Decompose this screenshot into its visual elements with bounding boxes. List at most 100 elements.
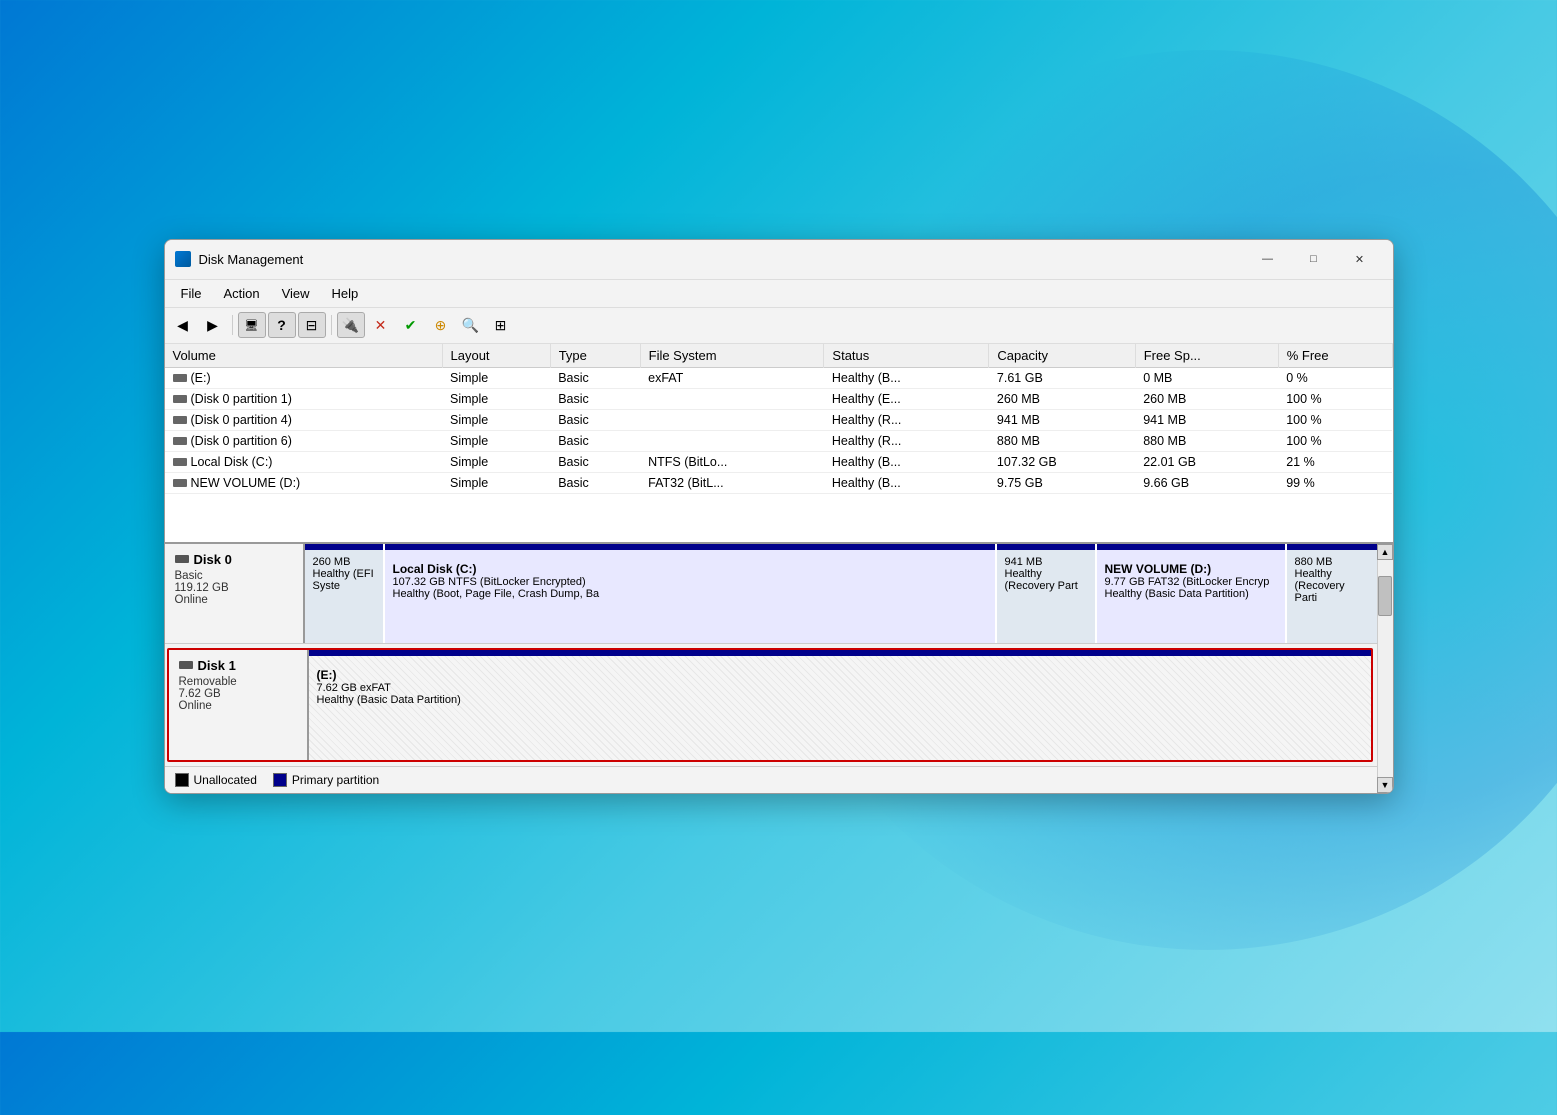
cell-type: Basic — [550, 388, 640, 409]
cell-type: Basic — [550, 367, 640, 388]
cell-free: 260 MB — [1135, 388, 1278, 409]
disk-view-content: Disk 0 Basic 119.12 GB Online 260 MB Hea… — [165, 544, 1377, 793]
disk1-row: Disk 1 Removable 7.62 GB Online (E:) 7.6 — [169, 650, 1371, 760]
col-pctfree[interactable]: % Free — [1278, 344, 1392, 368]
disk0-type: Basic — [175, 570, 293, 582]
cell-pctfree: 21 % — [1278, 451, 1392, 472]
disk-view-section: Disk 0 Basic 119.12 GB Online 260 MB Hea… — [165, 544, 1393, 793]
cell-capacity: 9.75 GB — [989, 472, 1135, 493]
minimize-button[interactable]: — — [1245, 243, 1291, 275]
close-button[interactable]: ✕ — [1337, 243, 1383, 275]
delete-button[interactable]: ✕ — [367, 312, 395, 338]
cell-type: Basic — [550, 451, 640, 472]
cell-pctfree: 100 % — [1278, 430, 1392, 451]
properties2-button[interactable]: ⊞ — [487, 312, 515, 338]
scrollbar-thumb[interactable] — [1378, 576, 1392, 616]
cell-free: 22.01 GB — [1135, 451, 1278, 472]
menu-view[interactable]: View — [272, 283, 320, 304]
legend-bar: Unallocated Primary partition — [165, 766, 1377, 793]
connect-disk-button[interactable]: 🔌 — [337, 312, 365, 338]
col-volume[interactable]: Volume — [165, 344, 443, 368]
cell-status: Healthy (R... — [824, 430, 989, 451]
col-filesystem[interactable]: File System — [640, 344, 824, 368]
table-row[interactable]: (E:) Simple Basic exFAT Healthy (B... 7.… — [165, 367, 1393, 388]
table-row[interactable]: NEW VOLUME (D:) Simple Basic FAT32 (BitL… — [165, 472, 1393, 493]
cell-volume: Local Disk (C:) — [165, 451, 443, 472]
cell-pctfree: 100 % — [1278, 409, 1392, 430]
disk0-c-size: 107.32 GB NTFS (BitLocker Encrypted) — [393, 576, 987, 588]
help-button[interactable]: ? — [268, 312, 296, 338]
table-row[interactable]: (Disk 0 partition 4) Simple Basic Health… — [165, 409, 1393, 430]
col-type[interactable]: Type — [550, 344, 640, 368]
cell-status: Healthy (B... — [824, 451, 989, 472]
scroll-down-arrow[interactable]: ▼ — [1377, 777, 1393, 793]
volume-table-section: Volume Layout Type File System Status Ca… — [165, 344, 1393, 544]
col-capacity[interactable]: Capacity — [989, 344, 1135, 368]
disk-properties-button[interactable]: 🖥 — [238, 312, 266, 338]
forward-button[interactable]: ▶ — [199, 312, 227, 338]
toolbar: ◀ ▶ 🖥 ? ⊟ 🔌 ✕ ✔ ⊕ 🔍 ⊞ — [165, 308, 1393, 344]
cell-layout: Simple — [442, 451, 550, 472]
disk0-title: Disk 0 — [194, 552, 232, 567]
disk1-partition-e[interactable]: (E:) 7.62 GB exFAT Healthy (Basic Data P… — [309, 656, 1371, 760]
menu-file[interactable]: File — [171, 283, 212, 304]
table-row[interactable]: (Disk 0 partition 6) Simple Basic Health… — [165, 430, 1393, 451]
cell-capacity: 107.32 GB — [989, 451, 1135, 472]
disk0-rec2-topbar — [1287, 544, 1377, 550]
disk0-d-status: Healthy (Basic Data Partition) — [1105, 588, 1277, 600]
disk0-partition-d[interactable]: NEW VOLUME (D:) 9.77 GB FAT32 (BitLocker… — [1097, 544, 1287, 643]
menu-help[interactable]: Help — [322, 283, 369, 304]
disk0-d-topbar — [1097, 544, 1285, 550]
back-button[interactable]: ◀ — [169, 312, 197, 338]
search-button[interactable]: 🔍 — [457, 312, 485, 338]
cell-pctfree: 0 % — [1278, 367, 1392, 388]
disk1-title: Disk 1 — [198, 658, 236, 673]
volume-list-button[interactable]: ⊟ — [298, 312, 326, 338]
vol-icon — [173, 458, 187, 466]
add-button[interactable]: ⊕ — [427, 312, 455, 338]
cell-type: Basic — [550, 472, 640, 493]
table-row[interactable]: (Disk 0 partition 1) Simple Basic Health… — [165, 388, 1393, 409]
cell-filesystem — [640, 430, 824, 451]
disk1-e-label: (E:) — [317, 668, 1363, 682]
disk0-c-status: Healthy (Boot, Page File, Crash Dump, Ba — [393, 588, 987, 600]
col-layout[interactable]: Layout — [442, 344, 550, 368]
disk0-rec1-status: Healthy (Recovery Part — [1005, 568, 1087, 592]
col-status[interactable]: Status — [824, 344, 989, 368]
table-header-row: Volume Layout Type File System Status Ca… — [165, 344, 1393, 368]
titlebar: Disk Management — □ ✕ — [165, 240, 1393, 280]
legend-primary-label: Primary partition — [292, 773, 379, 787]
menu-action[interactable]: Action — [213, 283, 269, 304]
legend-unallocated-label: Unallocated — [194, 773, 257, 787]
toolbar-separator-2 — [331, 315, 332, 335]
disk0-partition-efi[interactable]: 260 MB Healthy (EFI Syste — [305, 544, 385, 643]
main-window: Disk Management — □ ✕ File Action View H… — [164, 239, 1394, 794]
cell-pctfree: 99 % — [1278, 472, 1392, 493]
disk0-rec2-status: Healthy (Recovery Parti — [1295, 568, 1369, 604]
cell-free: 880 MB — [1135, 430, 1278, 451]
check-button[interactable]: ✔ — [397, 312, 425, 338]
disk0-partition-recovery1[interactable]: 941 MB Healthy (Recovery Part — [997, 544, 1097, 643]
cell-filesystem — [640, 388, 824, 409]
disk1-e-size: 7.62 GB exFAT — [317, 682, 1363, 694]
cell-pctfree: 100 % — [1278, 388, 1392, 409]
disk0-efi-size: 260 MB — [313, 556, 375, 568]
maximize-button[interactable]: □ — [1291, 243, 1337, 275]
disk1-partitions: (E:) 7.62 GB exFAT Healthy (Basic Data P… — [309, 650, 1371, 760]
cell-type: Basic — [550, 409, 640, 430]
disk0-rec1-topbar — [997, 544, 1095, 550]
disk1-status: Online — [179, 700, 297, 712]
disk0-partition-recovery2[interactable]: 880 MB Healthy (Recovery Parti — [1287, 544, 1377, 643]
toolbar-separator-1 — [232, 315, 233, 335]
scrollbar-track[interactable]: ▲ ▼ — [1377, 544, 1393, 793]
cell-volume: (Disk 0 partition 4) — [165, 409, 443, 430]
cell-capacity: 260 MB — [989, 388, 1135, 409]
disk0-partition-c[interactable]: Local Disk (C:) 107.32 GB NTFS (BitLocke… — [385, 544, 997, 643]
col-free[interactable]: Free Sp... — [1135, 344, 1278, 368]
content-area: Volume Layout Type File System Status Ca… — [165, 344, 1393, 793]
legend-unallocated-box — [175, 773, 189, 787]
disk1-name: Disk 1 — [179, 658, 297, 673]
scroll-up-arrow[interactable]: ▲ — [1377, 544, 1393, 560]
disk1-size: 7.62 GB — [179, 688, 297, 700]
table-row[interactable]: Local Disk (C:) Simple Basic NTFS (BitLo… — [165, 451, 1393, 472]
